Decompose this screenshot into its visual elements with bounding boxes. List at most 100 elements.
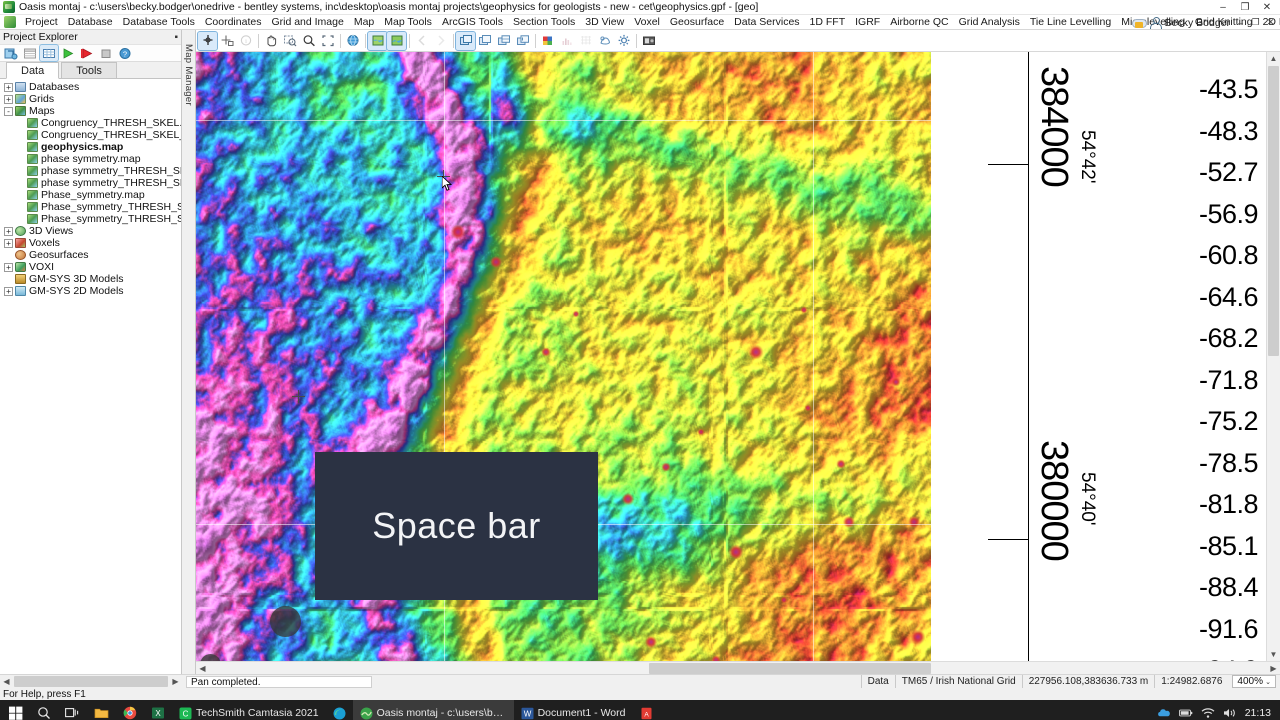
pan-tool-icon[interactable]	[261, 32, 280, 50]
zoom-extents-tool-icon[interactable]	[318, 32, 337, 50]
zoom-tool-icon[interactable]	[299, 32, 318, 50]
tree-item-voxels[interactable]: + Voxels	[0, 237, 181, 249]
tree-expander-icon[interactable]: +	[4, 286, 13, 296]
menu-item-map-tools[interactable]: Map Tools	[379, 15, 437, 29]
tree-expander-icon[interactable]: +	[4, 94, 13, 104]
chevron-down-icon[interactable]: ⌄	[1263, 678, 1273, 686]
hscroll-left-arrow[interactable]: ◀	[196, 662, 209, 675]
tree-item-phase-symmetry-thresh-skel-vec[interactable]: phase symmetry_THRESH_SKEL_VEC...	[0, 177, 181, 189]
explorer-scroll-right-arrow[interactable]: ▶	[169, 677, 182, 686]
new-map-tool-icon[interactable]	[367, 30, 388, 51]
tree-item-phase-symmetry-thresh-skel-map[interactable]: Phase_symmetry_THRESH_SKEL.map	[0, 201, 181, 213]
search-icon[interactable]	[30, 700, 58, 720]
menu-item-arcgis-tools[interactable]: ArcGIS Tools	[437, 15, 508, 29]
tab-data[interactable]: Data	[6, 62, 60, 79]
menu-item-grid-analysis[interactable]: Grid Analysis	[954, 15, 1025, 29]
menu-item-tie-line-levelling[interactable]: Tie Line Levelling	[1025, 15, 1116, 29]
menu-item-igrf[interactable]: IGRF	[850, 15, 885, 29]
zoom-window-tool-icon[interactable]	[280, 32, 299, 50]
tree-item-phase-symmetry-thresh-skel-vec[interactable]: Phase_symmetry_THRESH_SKEL_VEC...	[0, 213, 181, 225]
image-tool-icon[interactable]	[639, 32, 658, 50]
battery-icon[interactable]	[1178, 706, 1193, 720]
hscroll-track[interactable]	[209, 662, 1267, 675]
close-button[interactable]: ✕	[1256, 0, 1278, 15]
menu-item-data-services[interactable]: Data Services	[729, 15, 804, 29]
data-view-tool-icon[interactable]	[475, 32, 494, 50]
tree-item-databases[interactable]: + Databases	[0, 81, 181, 93]
excel-icon[interactable]: X	[144, 700, 172, 720]
select-group-tool-icon[interactable]	[217, 32, 236, 50]
stop-icon[interactable]	[97, 45, 115, 61]
settings-tool-icon[interactable]	[614, 32, 633, 50]
colour-tool-icon[interactable]	[538, 32, 557, 50]
refresh-project-icon[interactable]	[2, 45, 20, 61]
tree-expander-icon[interactable]: -	[4, 106, 13, 116]
shadow-tool-icon[interactable]	[595, 32, 614, 50]
windows-start-icon[interactable]	[2, 700, 30, 720]
menu-item-geosurface[interactable]: Geosurface	[665, 15, 729, 29]
taskbar-app-document1-word[interactable]: W Document1 - Word	[514, 700, 633, 720]
menu-item-1d-fft[interactable]: 1D FFT	[805, 15, 851, 29]
taskbar-app-oasis-montaj-c-users-beck[interactable]: Oasis montaj - c:\users\beck...	[352, 700, 514, 720]
help-icon[interactable]: ?	[116, 45, 134, 61]
file-explorer-icon[interactable]	[87, 700, 116, 720]
legend-scroll-thumb[interactable]	[1268, 66, 1279, 356]
explorer-hscroll-thumb[interactable]	[14, 676, 168, 687]
user-account-icon[interactable]	[1150, 16, 1163, 29]
menu-item-3d-view[interactable]: 3D View	[580, 15, 629, 29]
menu-item-database[interactable]: Database	[63, 15, 118, 29]
tree-item-geophysics-map[interactable]: geophysics.map	[0, 141, 181, 153]
run-gx-icon[interactable]	[78, 45, 96, 61]
legend-scroll-up-arrow[interactable]: ▲	[1267, 52, 1280, 65]
taskbar-clock[interactable]: 21:13	[1245, 707, 1271, 719]
menu-item-project[interactable]: Project	[20, 15, 63, 29]
menu-item-coordinates[interactable]: Coordinates	[200, 15, 267, 29]
maximize-button[interactable]: ❐	[1234, 0, 1256, 15]
map-horizontal-scrollbar[interactable]: ◀ ▶	[196, 661, 1280, 674]
globe-tool-icon[interactable]	[343, 32, 362, 50]
tree-expander-icon[interactable]: +	[4, 262, 13, 272]
menu-item-voxel[interactable]: Voxel	[629, 15, 665, 29]
chrome-icon[interactable]	[116, 700, 144, 720]
tree-item-grids[interactable]: + Grids	[0, 93, 181, 105]
zoom-level-select[interactable]: 400% ⌄	[1232, 675, 1276, 688]
tree-expander-icon[interactable]: +	[4, 82, 13, 92]
tree-expander-icon[interactable]: +	[4, 226, 13, 236]
tree-item-congruency-thresh-skel-map[interactable]: Congruency_THRESH_SKEL.map	[0, 117, 181, 129]
menu-item-airborne-qc[interactable]: Airborne QC	[885, 15, 953, 29]
menu-item-database-tools[interactable]: Database Tools	[118, 15, 200, 29]
tree-item-voxi[interactable]: + VOXI	[0, 261, 181, 273]
taskbar-app-techsmith-camtasia-2021[interactable]: C TechSmith Camtasia 2021	[172, 700, 326, 720]
volume-icon[interactable]	[1223, 706, 1237, 720]
explorer-scroll-left-arrow[interactable]: ◀	[0, 677, 13, 686]
open-map-tool-icon[interactable]	[386, 30, 407, 51]
doc-minimize-button[interactable]: –	[1233, 18, 1248, 28]
doc-close-button[interactable]: ✕	[1263, 17, 1278, 28]
hscroll-right-arrow[interactable]: ▶	[1267, 662, 1280, 675]
pin-icon[interactable]: ▪	[174, 32, 178, 43]
menu-item-map[interactable]: Map	[349, 15, 379, 29]
spreadsheet-icon[interactable]	[39, 44, 59, 62]
tree-item-geosurfaces[interactable]: Geosurfaces	[0, 249, 181, 261]
legend-vertical-scrollbar[interactable]: ▲ ▼	[1266, 52, 1280, 661]
tree-item-gm-sys-3d-models[interactable]: GM-SYS 3D Models	[0, 273, 181, 285]
base-view-tool-icon[interactable]	[455, 30, 476, 51]
task-view-icon[interactable]	[58, 700, 87, 720]
copy-view-tool-icon[interactable]	[513, 32, 532, 50]
taskbar-app-edge-icon[interactable]	[326, 700, 353, 720]
section-view-tool-icon[interactable]	[494, 32, 513, 50]
tree-item-phase-symmetry-map[interactable]: phase symmetry.map	[0, 153, 181, 165]
tab-tools[interactable]: Tools	[61, 62, 117, 78]
tree-expander-icon[interactable]: +	[4, 238, 13, 248]
taskbar-app-pdf-icon[interactable]: A	[633, 700, 660, 720]
tree-item-congruency-thresh-skel-vec-map[interactable]: Congruency_THRESH_SKEL_VEC.map	[0, 129, 181, 141]
new-database-icon[interactable]	[21, 45, 39, 61]
tree-item-phase-symmetry-map[interactable]: Phase_symmetry.map	[0, 189, 181, 201]
doc-restore-button[interactable]: ❐	[1248, 17, 1263, 28]
cloud-upload-icon[interactable]	[1131, 17, 1147, 29]
run-script-icon[interactable]	[59, 45, 77, 61]
select-tool-icon[interactable]	[197, 30, 218, 51]
onedrive-icon[interactable]	[1157, 706, 1171, 720]
legend-scroll-down-arrow[interactable]: ▼	[1267, 648, 1280, 661]
wifi-icon[interactable]	[1201, 706, 1215, 720]
